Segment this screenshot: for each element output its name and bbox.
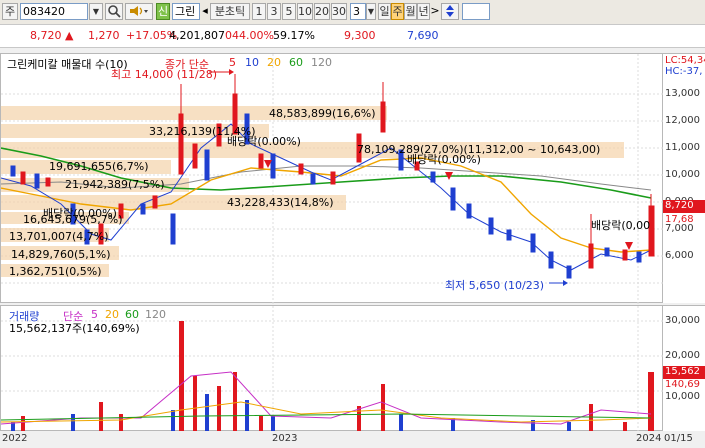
ma-period-10[interactable]: 10 <box>245 56 259 69</box>
volume-axis: 30,000 20,000 15,562 140,69 10,000 <box>663 305 705 431</box>
mode-button[interactable]: 분초틱 <box>210 3 250 20</box>
date-label: 01/15 <box>664 433 693 444</box>
next-arrow-button[interactable]: > <box>430 3 440 20</box>
up-arrow-icon: ▲ <box>65 29 74 42</box>
volume-tick: 10,000 <box>665 391 700 402</box>
hc-readout: HC:-37, <box>665 66 703 77</box>
period-button-20[interactable]: 20 <box>314 3 330 20</box>
quote-row: 8,720 ▲ 1,270 +17.05% 4,201,807 044.00% … <box>0 25 705 48</box>
vp-label-6: 43,228,433(14,8%) <box>227 196 334 209</box>
volume-chart-pane[interactable]: 거래량 단순 5 20 60 120 15,562,137주(140,69%) <box>0 305 664 432</box>
vp-label-9: 14,829,760(5,1%) <box>11 248 111 261</box>
current-volume-tag: 15,562 <box>663 366 705 379</box>
volume-subtitle: 15,562,137주(140,69%) <box>9 322 140 335</box>
dividend-label-2: 배당락(0.00%) <box>407 153 481 166</box>
search-icon[interactable] <box>105 3 123 20</box>
stock-name-field[interactable]: 그린 <box>172 3 200 20</box>
stock-code-input[interactable]: 083420 <box>20 3 88 20</box>
speaker-icon[interactable] <box>125 3 153 20</box>
volume-ratio: 59.17% <box>273 29 315 42</box>
period-value-input[interactable]: 3 <box>350 3 366 20</box>
price-tick: 6,000 <box>665 250 694 261</box>
price-axis: LC:54,34 HC:-37, 13,000 12,000 11,000 10… <box>663 53 705 303</box>
date-label: 2023 <box>272 433 298 444</box>
vp-label-4: 19,691,655(6,7%) <box>49 160 149 173</box>
low-price: 7,690 <box>407 29 439 42</box>
timeframe-day[interactable]: 일 <box>378 3 391 20</box>
price-tick: 13,000 <box>665 88 700 99</box>
vp-label-1: 48,583,899(16,6%) <box>269 107 376 120</box>
dividend-label-4: 배당락(0,00 <box>591 219 651 232</box>
updown-arrows-icon[interactable] <box>441 3 459 20</box>
timeframe-year[interactable]: 년 <box>417 3 430 20</box>
dividend-label-3: 배당락(0.00%) <box>43 207 117 220</box>
vp-label-8: 13,701,007(4,7%) <box>9 230 109 243</box>
ma-period-120[interactable]: 120 <box>311 56 332 69</box>
extra-input[interactable] <box>462 3 490 20</box>
date-axis: 2022 2023 2024 01/15 <box>0 431 705 448</box>
date-label: 2024 <box>636 433 662 444</box>
new-badge: 신 <box>156 3 170 20</box>
toolbar: 주 083420 ▼ 신 그린 ◂ 분초틱 1 3 5 10 20 30 3 ▼… <box>0 0 705 25</box>
vp-label-10: 1,362,751(0,5%) <box>9 265 102 278</box>
timeframe-week[interactable]: 주 <box>391 3 404 20</box>
price-chart-pane[interactable]: 그린케미칼 매물대 수(10) 종가 단순 5 10 20 60 120 최고 … <box>0 53 664 304</box>
stock-code-dropdown[interactable]: ▼ <box>89 3 103 20</box>
price-tick: 7,000 <box>665 223 694 234</box>
price-tick: 12,000 <box>665 115 700 126</box>
high-annotation: 최고 14,000 (11/28) <box>111 68 218 81</box>
turnover-pct: 044.00% <box>225 29 274 42</box>
vp-label-5: 21,942,389(7,5%) <box>65 178 165 191</box>
current-price-tag: 8,720 <box>663 200 705 213</box>
price-change: 1,270 <box>88 29 120 42</box>
prev-arrow-button[interactable]: ◂ <box>200 3 210 20</box>
high-price: 9,300 <box>344 29 376 42</box>
period-dropdown[interactable]: ▼ <box>366 3 376 20</box>
volume-tick: 30,000 <box>665 315 700 326</box>
ma-period-5[interactable]: 5 <box>229 56 236 69</box>
volume-tick: 20,000 <box>665 350 700 361</box>
price-pane-title: 그린케미칼 매물대 수(10) <box>7 58 128 71</box>
vol-ma-120[interactable]: 120 <box>145 308 166 321</box>
trade-volume: 4,201,807 <box>169 29 225 42</box>
ma-period-20[interactable]: 20 <box>267 56 281 69</box>
volume-pct-tag: 140,69 <box>665 379 700 390</box>
period-button-10[interactable]: 10 <box>297 3 313 20</box>
lc-readout: LC:54,34 <box>665 55 705 66</box>
period-button-3[interactable]: 3 <box>267 3 281 20</box>
left-menu-button[interactable]: 주 <box>2 3 18 20</box>
date-label: 2022 <box>2 433 28 444</box>
current-price: 8,720 <box>30 29 62 42</box>
low-annotation: 최저 5,650 (10/23) <box>445 279 545 292</box>
period-button-1[interactable]: 1 <box>252 3 266 20</box>
dividend-label-1: 배당락(0.00%) <box>227 135 301 148</box>
ma-period-60[interactable]: 60 <box>289 56 303 69</box>
period-button-30[interactable]: 30 <box>331 3 347 20</box>
price-tick: 10,000 <box>665 169 700 180</box>
timeframe-month[interactable]: 월 <box>404 3 417 20</box>
period-button-5[interactable]: 5 <box>282 3 296 20</box>
price-tick: 11,000 <box>665 142 700 153</box>
